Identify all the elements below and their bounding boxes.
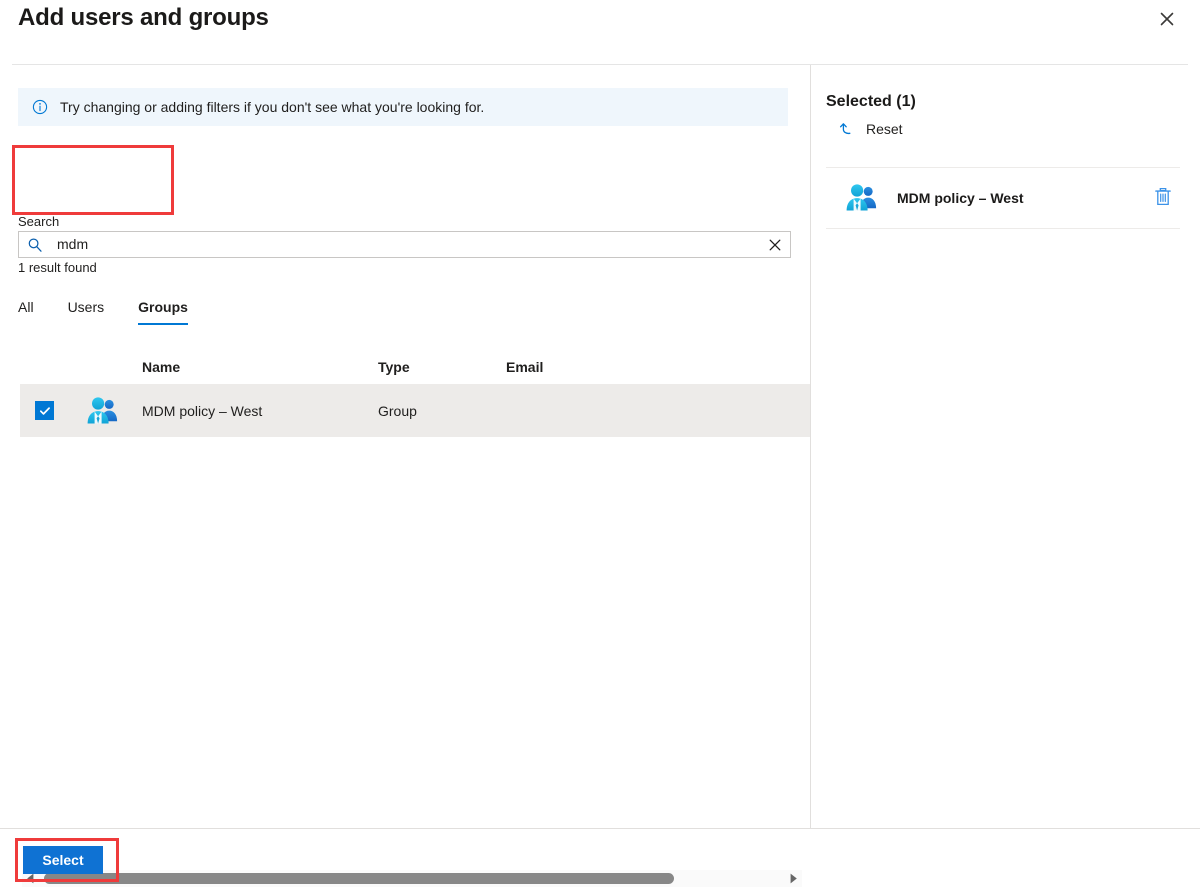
column-header-name: Name bbox=[142, 359, 181, 375]
selected-list-item[interactable]: MDM policy – West bbox=[826, 168, 1180, 228]
tab-users[interactable]: Users bbox=[68, 297, 105, 325]
result-count-text: 1 result found bbox=[18, 260, 97, 275]
scrollbar-thumb[interactable] bbox=[44, 873, 674, 884]
column-header-type: Type bbox=[378, 359, 410, 375]
row-cell-type: Group bbox=[378, 403, 417, 419]
chevron-right-icon[interactable] bbox=[785, 870, 802, 887]
info-message-bar: Try changing or adding filters if you do… bbox=[18, 88, 788, 126]
table-row[interactable]: MDM policy – West Group bbox=[20, 384, 810, 437]
reset-button[interactable]: Reset bbox=[839, 120, 903, 138]
info-message-text: Try changing or adding filters if you do… bbox=[60, 99, 485, 115]
results-table: Name Type Email MDM policy – West Group bbox=[0, 350, 810, 437]
selected-item-name: MDM policy – West bbox=[897, 190, 1024, 206]
group-avatar-icon bbox=[85, 394, 119, 428]
search-box[interactable] bbox=[18, 231, 791, 258]
search-input[interactable] bbox=[57, 233, 760, 256]
info-circle-icon bbox=[32, 99, 48, 115]
search-icon bbox=[27, 237, 43, 253]
horizontal-scrollbar[interactable] bbox=[22, 870, 802, 887]
selected-title: Selected (1) bbox=[826, 93, 916, 110]
scrollbar-track[interactable] bbox=[39, 870, 785, 887]
close-icon[interactable] bbox=[1152, 4, 1182, 34]
tab-groups[interactable]: Groups bbox=[138, 297, 188, 325]
selected-list-divider-bottom bbox=[826, 228, 1180, 229]
group-avatar-icon bbox=[844, 181, 878, 215]
filter-tabs: All Users Groups bbox=[18, 297, 188, 325]
row-cell-name: MDM policy – West bbox=[142, 403, 263, 419]
select-button[interactable]: Select bbox=[23, 846, 103, 874]
column-header-email: Email bbox=[506, 359, 544, 375]
undo-icon bbox=[839, 121, 855, 137]
clear-icon[interactable] bbox=[760, 232, 790, 257]
page-title: Add users and groups bbox=[18, 4, 269, 31]
selected-pane: Selected (1) Reset MDM policy – West bbox=[811, 65, 1200, 828]
footer-divider bbox=[0, 828, 1200, 829]
search-label: Search bbox=[18, 214, 60, 229]
reset-label: Reset bbox=[866, 121, 903, 137]
trash-icon[interactable] bbox=[1154, 187, 1174, 209]
results-pane: Try changing or adding filters if you do… bbox=[0, 65, 810, 887]
tab-all[interactable]: All bbox=[18, 297, 34, 325]
table-header-row: Name Type Email bbox=[0, 350, 810, 384]
row-checkbox[interactable] bbox=[35, 401, 54, 420]
